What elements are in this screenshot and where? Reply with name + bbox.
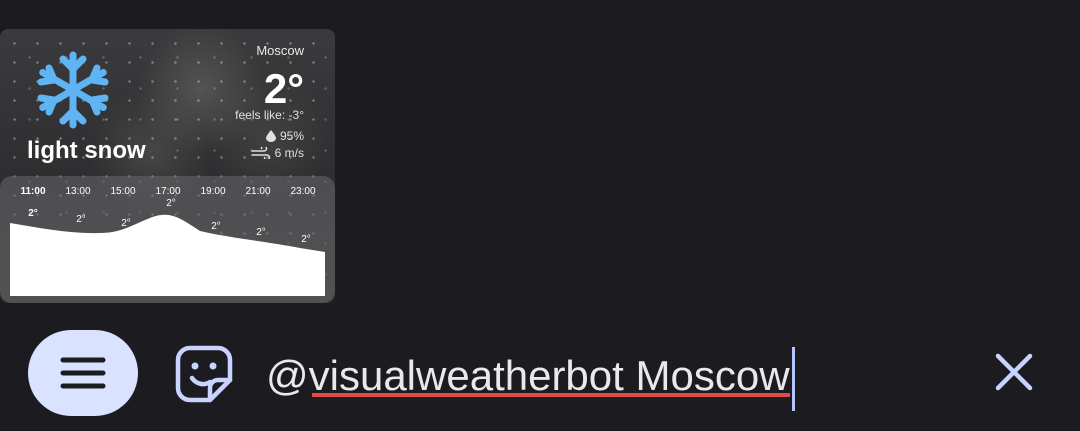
clear-button[interactable]: [988, 346, 1040, 398]
temperature-label: 2°: [263, 65, 304, 112]
forecast-temp-label: 2°: [76, 214, 86, 225]
close-icon: [995, 353, 1033, 391]
wind-row: 6 m/s: [250, 146, 304, 160]
humidity-row: 95%: [265, 129, 304, 143]
forecast-temp-label: 2°: [301, 234, 311, 245]
forecast-temp-label: 2°: [211, 221, 221, 232]
menu-button[interactable]: [28, 330, 138, 416]
humidity-value: 95%: [279, 129, 304, 143]
forecast-temp-label: 2°: [121, 218, 131, 229]
forecast-temp-label: 2°: [256, 227, 266, 238]
hourly-forecast: 11:00 13:00 15:00 17:00 19:00 21:00 23:00 2° 2°…: [0, 176, 335, 303]
forecast-hour-label: 23:00: [290, 186, 315, 197]
sticker-icon: [175, 345, 233, 403]
forecast-hour-label: 13:00: [65, 186, 90, 197]
forecast-hour-label: 21:00: [245, 186, 270, 197]
forecast-temp-label: 2°: [166, 198, 176, 209]
snowflake-icon: [37, 51, 109, 129]
weather-inline-result[interactable]: light snow Moscow 2° feels like: -3° 95%…: [0, 29, 335, 303]
wind-icon: [250, 147, 270, 159]
message-input-text: @visualweatherbot Moscow: [266, 352, 790, 399]
forecast-hour-label: 11:00: [20, 186, 45, 197]
forecast-hour-label: 15:00: [110, 186, 135, 197]
droplet-icon: [265, 130, 276, 142]
forecast-hour-label: 17:00: [155, 186, 180, 197]
wind-value: 6 m/s: [274, 146, 304, 160]
city-label: Moscow: [256, 43, 304, 58]
menu-icon: [60, 357, 106, 389]
condition-label: light snow: [27, 137, 146, 164]
forecast-hour-label: 19:00: [200, 186, 225, 197]
forecast-chart: 11:00 13:00 15:00 17:00 19:00 21:00 23:00 2° 2°…: [10, 186, 325, 296]
text-caret: [791, 346, 795, 411]
forecast-temp-label: 2°: [28, 208, 38, 219]
sticker-button[interactable]: [170, 340, 238, 408]
message-input[interactable]: @visualweatherbot Moscow: [266, 346, 795, 411]
feels-like-label: feels like: -3°: [235, 108, 304, 122]
